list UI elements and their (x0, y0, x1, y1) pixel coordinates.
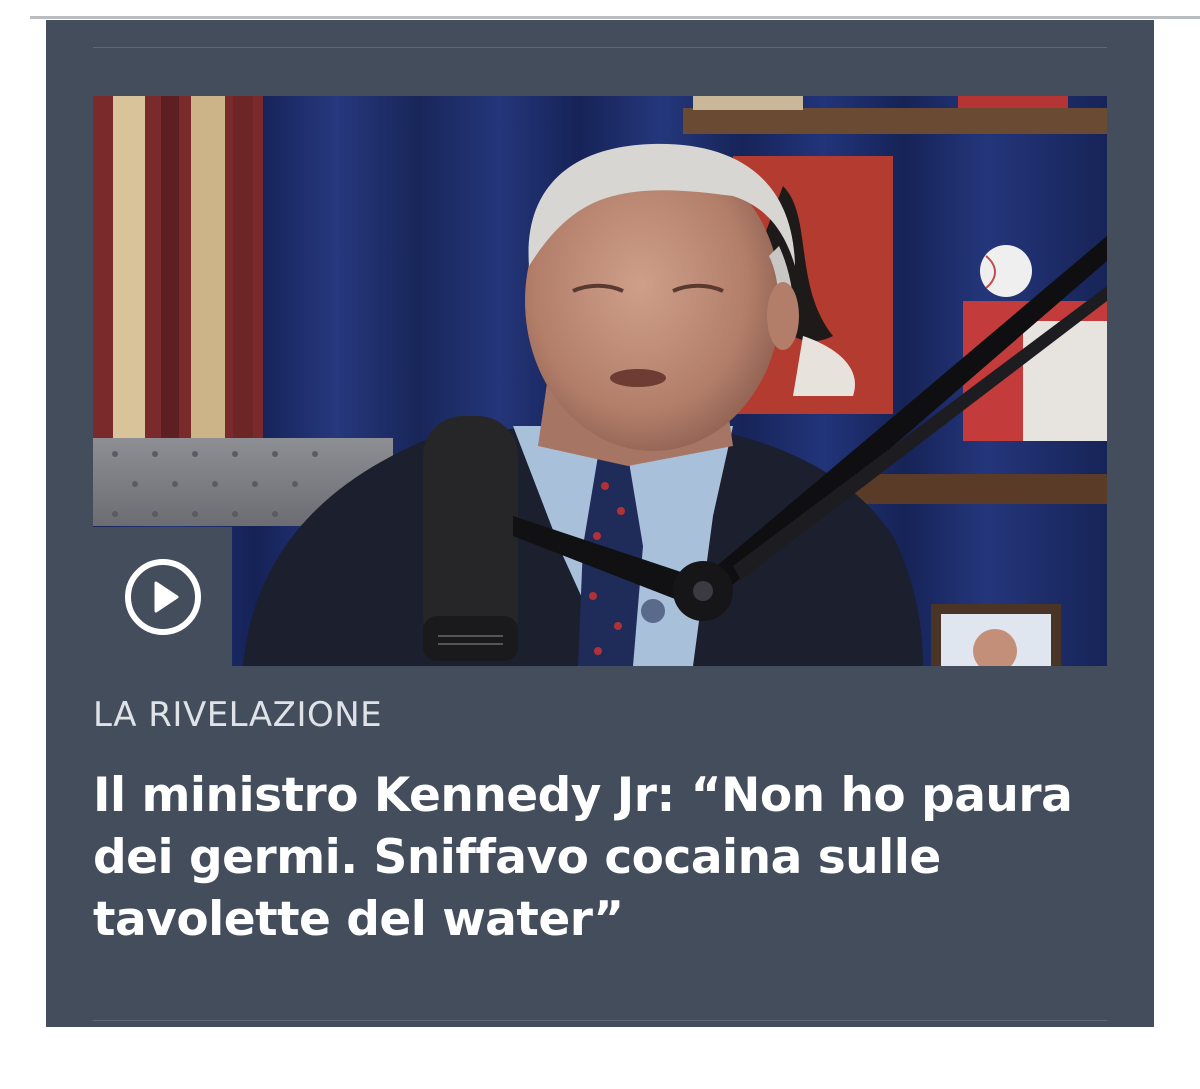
article-card[interactable]: LA RIVELAZIONE Il ministro Kennedy Jr: “… (46, 20, 1154, 1027)
podcast-scene-image (93, 96, 1107, 666)
play-button[interactable] (93, 527, 232, 666)
card-divider-top (93, 47, 1107, 48)
card-divider-bottom (93, 1020, 1107, 1021)
article-kicker: LA RIVELAZIONE (93, 695, 383, 735)
top-divider (30, 16, 1200, 19)
play-icon (124, 558, 201, 635)
article-headline[interactable]: Il ministro Kennedy Jr: “Non ho paura de… (93, 765, 1093, 951)
article-video-thumbnail[interactable] (93, 96, 1107, 666)
